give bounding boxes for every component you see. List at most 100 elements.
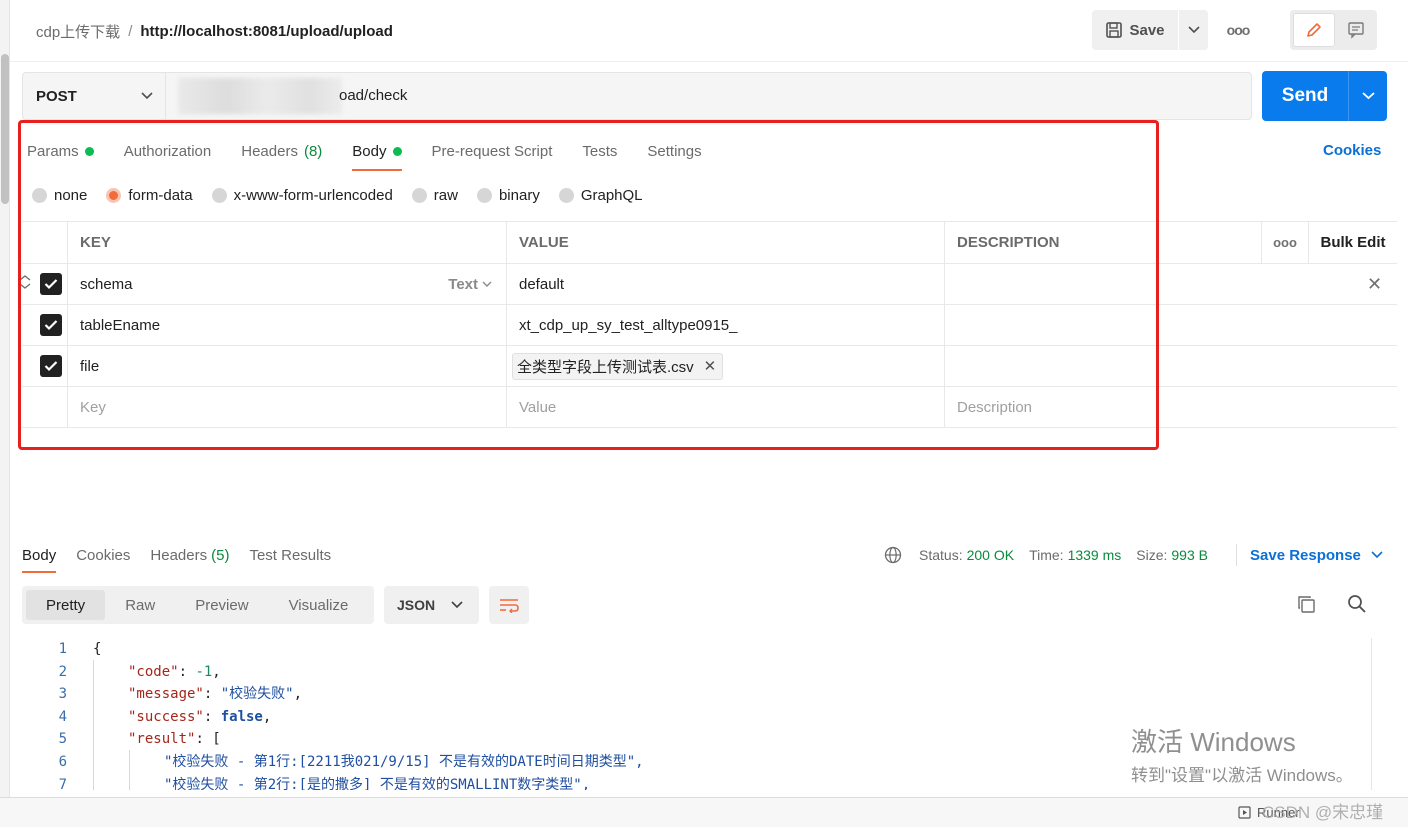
row-checkbox[interactable] — [40, 273, 62, 295]
radio-circle — [211, 188, 227, 203]
view-visualize[interactable]: Visualize — [269, 590, 369, 620]
radio-binary[interactable]: binary — [476, 187, 540, 204]
table-row-new: Key Value Description — [22, 387, 1397, 428]
value-cell[interactable]: xt_cdp_up_sy_test_alltype0915_ — [506, 305, 944, 345]
table-header-row: KEY VALUE DESCRIPTION ooo Bulk Edit — [22, 221, 1397, 264]
view-mode-toggle: Pretty Raw Preview Visualize — [22, 586, 374, 624]
tab-headers[interactable]: Headers (8) — [241, 141, 322, 161]
radio-circle — [32, 188, 47, 203]
pencil-icon — [1307, 23, 1321, 37]
value-placeholder[interactable]: Value — [506, 387, 944, 427]
radio-form-data[interactable]: form-data — [106, 187, 193, 204]
description-placeholder[interactable]: Description — [944, 387, 1261, 427]
tab-settings[interactable]: Settings — [647, 141, 701, 161]
view-preview[interactable]: Preview — [175, 590, 268, 620]
globe-icon[interactable] — [884, 546, 902, 564]
key-cell[interactable]: schema Text — [67, 264, 506, 304]
view-pretty[interactable]: Pretty — [26, 590, 106, 620]
send-button[interactable]: Send — [1262, 71, 1348, 121]
row-checkbox[interactable] — [40, 314, 62, 336]
csdn-watermark: CSDN @宋忠瑾 — [1262, 803, 1384, 822]
comment-icon — [1348, 22, 1364, 39]
tab-response-cookies[interactable]: Cookies — [76, 545, 130, 565]
method-value: POST — [36, 87, 77, 105]
request-name[interactable]: http://localhost:8081/upload/upload — [140, 23, 393, 40]
windows-activation-overlay: 激活 Windows 转到"设置"以激活 Windows。 — [1131, 722, 1353, 786]
radio-circle-selected — [106, 188, 122, 203]
copy-icon[interactable] — [1297, 595, 1316, 614]
key-cell[interactable]: file — [67, 346, 506, 386]
tab-tests[interactable]: Tests — [582, 141, 617, 161]
documentation-button[interactable] — [1337, 13, 1375, 47]
code-line: 3 "message": "校验失败", — [58, 686, 303, 703]
radio-circle — [411, 188, 427, 203]
row-checkbox[interactable] — [40, 355, 62, 377]
status-dot — [84, 146, 94, 156]
method-select[interactable]: POST — [22, 72, 165, 120]
save-response-button[interactable]: Save Response — [1236, 544, 1383, 566]
remove-file-icon[interactable]: ✕ — [704, 357, 717, 375]
code-scrollbar[interactable] — [1371, 638, 1387, 790]
tab-body[interactable]: Body — [352, 141, 402, 171]
delete-row-icon[interactable]: ✕ — [1367, 274, 1382, 295]
radio-none[interactable]: none — [32, 187, 87, 204]
view-raw[interactable]: Raw — [105, 590, 175, 620]
url-redacted-region — [178, 78, 342, 114]
radio-raw[interactable]: raw — [411, 187, 458, 204]
request-tabs: Params Authorization Headers (8) Body Pre… — [27, 141, 732, 171]
description-cell[interactable] — [944, 346, 1261, 386]
breadcrumb: cdp上传下载 / http://localhost:8081/upload/u… — [36, 21, 393, 42]
size-value: 993 B — [1171, 547, 1208, 563]
code-line: 1{ — [58, 641, 102, 657]
bulk-edit-button[interactable]: Bulk Edit — [1308, 222, 1397, 263]
tab-pre-request-script[interactable]: Pre-request Script — [432, 141, 553, 161]
type-select[interactable]: Text — [448, 276, 492, 293]
chevron-down-icon — [451, 601, 463, 609]
description-cell[interactable] — [944, 264, 1261, 304]
tab-params[interactable]: Params — [27, 141, 94, 161]
drag-handle-icon[interactable] — [19, 275, 31, 289]
file-chip[interactable]: 全类型字段上传测试表.csv ✕ — [512, 352, 724, 380]
mode-toggle — [1290, 10, 1377, 50]
time-info: Time: 1339 ms — [1029, 547, 1122, 563]
response-tabs: Body Cookies Headers (5) Test Results — [22, 545, 351, 573]
status-info: Status: 200 OK — [919, 547, 1015, 563]
activate-subtitle: 转到"设置"以激活 Windows。 — [1131, 766, 1353, 785]
send-dropdown-button[interactable] — [1348, 71, 1387, 121]
key-placeholder[interactable]: Key — [67, 387, 506, 427]
tab-test-results[interactable]: Test Results — [249, 545, 331, 565]
save-button[interactable]: Save — [1092, 10, 1178, 50]
save-label: Save — [1129, 21, 1165, 39]
tab-authorization[interactable]: Authorization — [124, 141, 212, 161]
wrap-lines-button[interactable] — [489, 586, 529, 624]
description-cell[interactable] — [944, 305, 1261, 345]
status-value: 200 OK — [966, 547, 1015, 563]
radio-circle — [558, 188, 574, 203]
response-meta: Status: 200 OK Time: 1339 ms Size: 993 B — [884, 546, 1223, 564]
column-header-key: KEY — [67, 222, 506, 263]
radio-graphql[interactable]: GraphQL — [558, 187, 643, 204]
value-cell[interactable]: 全类型字段上传测试表.csv ✕ — [506, 346, 944, 386]
more-options-icon[interactable]: ooo — [1222, 18, 1254, 42]
table-row: file 全类型字段上传测试表.csv ✕ — [22, 346, 1397, 387]
tab-response-headers[interactable]: Headers (5) — [150, 545, 229, 565]
key-cell[interactable]: tableEname — [67, 305, 506, 345]
format-select[interactable]: JSON — [384, 586, 479, 624]
save-dropdown-button[interactable] — [1179, 10, 1208, 50]
column-header-description: DESCRIPTION — [944, 222, 1261, 263]
url-visible-text: oad/check — [339, 87, 408, 104]
column-options-icon[interactable]: ooo — [1261, 222, 1308, 263]
cookies-link[interactable]: Cookies — [1323, 142, 1381, 159]
left-scrollbar[interactable] — [0, 0, 10, 827]
left-scrollbar-thumb[interactable] — [1, 54, 9, 204]
chevron-down-icon — [1371, 551, 1383, 559]
radio-circle — [476, 188, 492, 203]
indent-guide — [93, 660, 94, 790]
value-cell[interactable]: default — [506, 264, 944, 304]
tab-response-body[interactable]: Body — [22, 545, 57, 573]
save-icon — [1106, 22, 1123, 38]
edit-mode-button[interactable] — [1293, 13, 1335, 47]
breadcrumb-collection[interactable]: cdp上传下载 — [36, 21, 120, 42]
radio-x-www-form-urlencoded[interactable]: x-www-form-urlencoded — [211, 187, 393, 204]
search-icon[interactable] — [1347, 594, 1367, 614]
